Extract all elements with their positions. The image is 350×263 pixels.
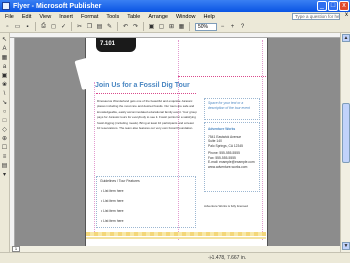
design-gallery-icon[interactable]: ▤ [1,163,8,170]
vertical-scrollbar[interactable]: ▲ ▼ [340,33,350,252]
contact-line: www.adventure-works.com [208,164,248,169]
open-icon[interactable]: ▭ [13,22,22,31]
scroll-thumb[interactable] [342,103,350,163]
status-bar: -1.478, 7.667 in. [0,252,350,263]
close-button[interactable]: x [339,1,349,11]
menu-table[interactable]: Table [123,14,144,20]
menu-window[interactable]: Window [172,14,200,20]
print-icon[interactable]: ⎙ [39,22,48,31]
undo-icon[interactable]: ↶ [121,22,130,31]
select-icon[interactable]: ↖ [1,37,8,44]
scroll-down-icon[interactable]: ▼ [342,242,350,250]
help-icon[interactable]: ? [238,22,247,31]
flyer-heading[interactable]: Join Us for a Fossil Dig Tour [95,82,205,89]
layout-guide [262,40,263,240]
contact-line: E-mail: example@example.com [208,160,255,164]
toolbar-separator [189,22,190,31]
toolbar-separator [117,22,118,31]
doc-close-icon[interactable]: x [345,12,348,18]
menu-arrange[interactable]: Arrange [144,14,172,20]
text-box-icon[interactable]: A [1,46,8,53]
toolbar-separator [35,22,36,31]
maximize-button[interactable]: □ [328,1,338,11]
cursor-position-readout: -1.478, 7.667 in. [210,255,247,261]
menu-file[interactable]: File [0,14,18,20]
form-control-icon[interactable]: ☐ [1,145,8,152]
hotspot-icon[interactable]: ⊕ [1,136,8,143]
oval-icon[interactable]: ○ [1,109,8,116]
zoom-out-icon[interactable]: − [218,22,227,31]
toolbar-separator [143,22,144,31]
contact-text-box[interactable]: Adventure Works 7541 Eastwick Avenue Sui… [204,122,260,192]
footer-text-box[interactable]: Adventure Works is fully licensed [204,204,260,210]
heading-rule [96,93,196,94]
send-back-icon[interactable]: ▢ [157,22,166,31]
decorative-band [86,232,266,236]
clip-art-icon[interactable]: ❀ [1,82,8,89]
arrow-icon[interactable]: ↘ [1,100,8,107]
vertical-ruler[interactable] [10,38,15,252]
menu-bar: File Edit View Insert Format Tools Table… [0,12,350,21]
window-controls: _ □ x [317,1,349,11]
decorative-dotted-line [178,76,266,77]
group-icon[interactable]: ⊞ [167,22,176,31]
bring-front-icon[interactable]: ▣ [147,22,156,31]
list-item: • List item here [101,209,124,213]
format-painter-icon[interactable]: ✎ [105,22,114,31]
more-tools-icon[interactable]: ▾ [1,172,8,179]
minimize-button[interactable]: _ [317,1,327,11]
menu-insert[interactable]: Insert [55,14,77,20]
title-bar: Flyer - Microsoft Publisher _ □ x [0,0,350,12]
spell-icon[interactable]: ✓ [59,22,68,31]
autoshapes-icon[interactable]: ◇ [1,127,8,134]
list-item: • List item here [101,219,124,223]
html-fragment-icon[interactable]: ≡ [1,154,8,161]
scroll-up-icon[interactable]: ▲ [342,34,350,42]
photo-caption: 7.101 [100,41,116,47]
zoom-in-icon[interactable]: + [228,22,237,31]
new-icon[interactable]: ▫ [3,22,12,31]
features-text-box[interactable]: Guidelines / Tour Features • List item h… [96,176,196,228]
save-icon[interactable]: ▪ [23,22,32,31]
flyer-body-text[interactable]: Dinosaurus Wonderland gets one of the be… [97,99,197,131]
table-icon[interactable]: ▦ [177,22,186,31]
publisher-app-icon [2,2,10,10]
zoom-select[interactable]: 50% [195,22,217,31]
menu-view[interactable]: View [35,14,55,20]
insert-table-icon[interactable]: ▦ [1,55,8,62]
menu-help[interactable]: Help [200,14,219,20]
rectangle-icon[interactable]: □ [1,118,8,125]
objects-toolbar: ↖ A ▦ a ▣ ❀ \ ↘ ○ □ ◇ ⊕ ☐ ≡ ▤ ▾ [0,33,10,252]
decorative-band [86,237,266,239]
help-search-input[interactable]: Type a question for help [292,13,340,20]
preview-icon[interactable]: ◻ [49,22,58,31]
line-icon[interactable]: \ [1,91,8,98]
list-item: • List item here [101,199,124,203]
paste-icon[interactable]: ▤ [95,22,104,31]
layout-guide [94,82,95,232]
menu-tools[interactable]: Tools [102,14,123,20]
standard-toolbar: ▫ ▭ ▪ ⎙ ◻ ✓ ✂ ❐ ▤ ✎ ↶ ↷ ▣ ▢ ⊞ ▦ 50% − + … [0,21,350,33]
redo-icon[interactable]: ↷ [131,22,140,31]
sidebar-text-box[interactable]: Space for your text or a description of … [204,98,260,120]
copy-icon[interactable]: ❐ [85,22,94,31]
menu-edit[interactable]: Edit [18,14,35,20]
list-title: Guidelines / Tour Features [100,179,140,183]
position-icon: ⊹ [208,255,213,261]
cut-icon[interactable]: ✂ [75,22,84,31]
window-title: Flyer - Microsoft Publisher [13,2,102,10]
picture-icon[interactable]: ▣ [1,73,8,80]
toolbar-separator [71,22,72,31]
header-photo[interactable]: 7.101 [96,38,136,52]
menu-format[interactable]: Format [77,14,102,20]
wordart-icon[interactable]: a [1,64,8,71]
list-item: • List item here [101,189,124,193]
